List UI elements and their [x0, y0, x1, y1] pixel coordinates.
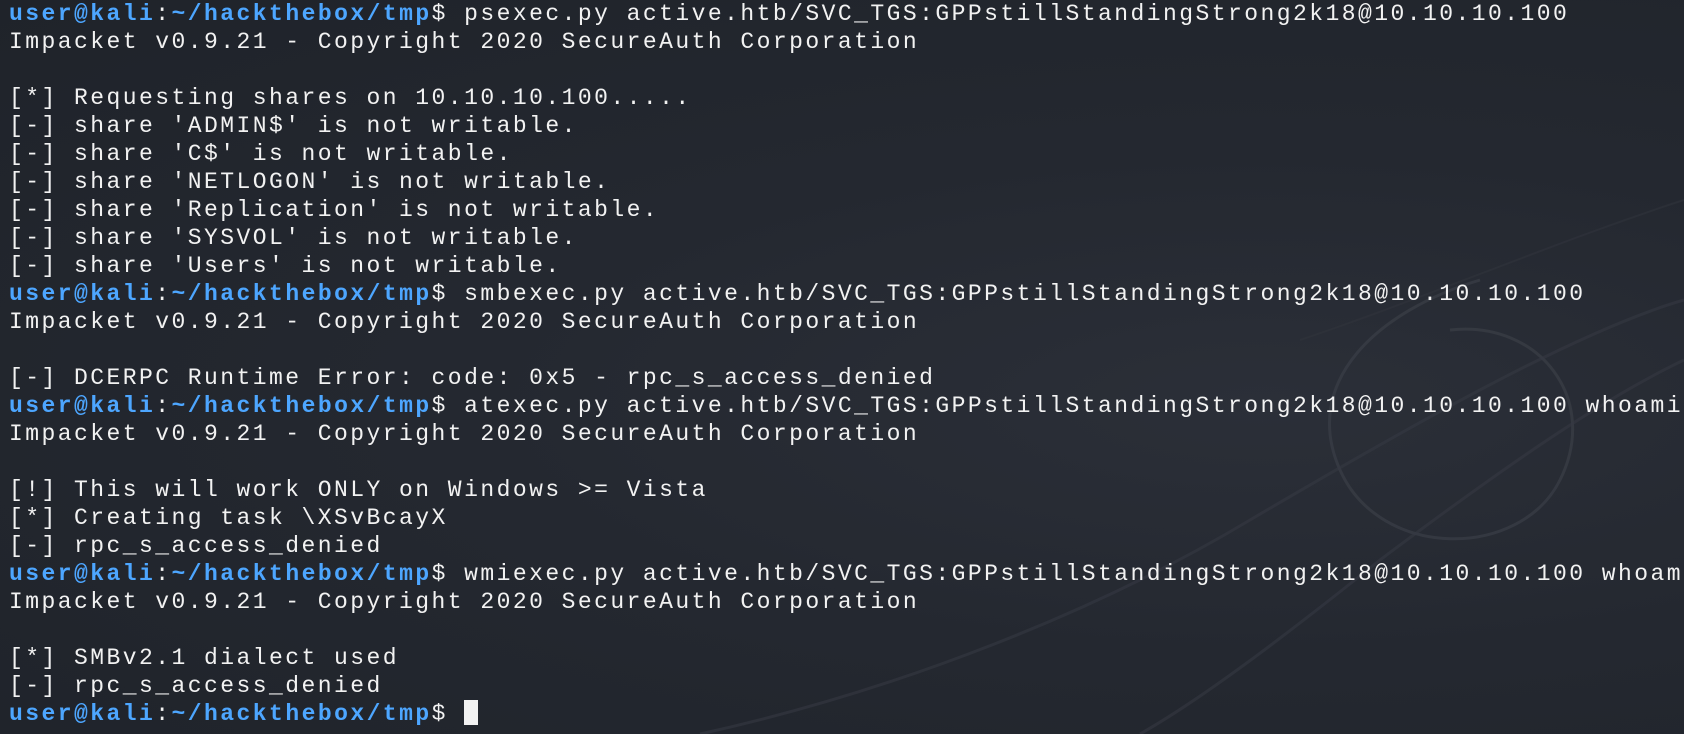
prompt-user: user@kali [9, 393, 156, 419]
prompt-symbol: $ [431, 701, 465, 727]
prompt-path: ~/hackthebox/tmp [171, 281, 432, 307]
terminal-output: user@kali:~/hackthebox/tmp$ psexec.py ac… [9, 0, 1684, 728]
output-line: [-] rpc_s_access_denied [9, 533, 383, 559]
prompt-user: user@kali [9, 701, 156, 727]
output-line: [-] rpc_s_access_denied [9, 673, 383, 699]
prompt-path: ~/hackthebox/tmp [171, 561, 432, 587]
command-text: psexec.py active.htb/SVC_TGS:GPPstillSta… [464, 1, 1570, 27]
output-line: [-] share 'Users' is not writable. [9, 253, 562, 279]
output-line: [!] This will work ONLY on Windows >= Vi… [9, 477, 708, 503]
terminal-window[interactable]: user@kali:~/hackthebox/tmp$ psexec.py ac… [0, 0, 1684, 734]
command-text: atexec.py active.htb/SVC_TGS:GPPstillSta… [464, 393, 1684, 419]
output-line: [-] share 'NETLOGON' is not writable. [9, 169, 611, 195]
prompt-separator: : [155, 701, 172, 727]
prompt-user: user@kali [9, 561, 156, 587]
output-line: [-] share 'ADMIN$' is not writable. [9, 113, 578, 139]
output-line: Impacket v0.9.21 - Copyright 2020 Secure… [9, 589, 920, 615]
prompt-symbol: $ [431, 1, 465, 27]
prompt-separator: : [155, 1, 172, 27]
output-line: [*] Creating task \XSvBcayX [9, 505, 448, 531]
prompt-symbol: $ [431, 561, 465, 587]
prompt-separator: : [155, 393, 172, 419]
prompt-line: user@kali:~/hackthebox/tmp$ [9, 700, 1684, 728]
output-line: [*] Requesting shares on 10.10.10.100...… [9, 85, 692, 111]
output-line: [-] DCERPC Runtime Error: code: 0x5 - rp… [9, 365, 936, 391]
command-text: smbexec.py active.htb/SVC_TGS:GPPstillSt… [464, 281, 1586, 307]
prompt-user: user@kali [9, 1, 156, 27]
output-line: Impacket v0.9.21 - Copyright 2020 Secure… [9, 309, 920, 335]
output-line: [-] share 'SYSVOL' is not writable. [9, 225, 578, 251]
output-line: [-] share 'C$' is not writable. [9, 141, 513, 167]
output-line: [*] SMBv2.1 dialect used [9, 645, 400, 671]
prompt-line: user@kali:~/hackthebox/tmp$ atexec.py ac… [9, 392, 1684, 420]
prompt-path: ~/hackthebox/tmp [171, 1, 432, 27]
prompt-user: user@kali [9, 281, 156, 307]
output-line: [-] share 'Replication' is not writable. [9, 197, 660, 223]
prompt-path: ~/hackthebox/tmp [171, 701, 432, 727]
prompt-line: user@kali:~/hackthebox/tmp$ psexec.py ac… [9, 0, 1684, 28]
prompt-separator: : [155, 281, 172, 307]
command-text: wmiexec.py active.htb/SVC_TGS:GPPstillSt… [464, 561, 1684, 587]
prompt-path: ~/hackthebox/tmp [171, 393, 432, 419]
prompt-line: user@kali:~/hackthebox/tmp$ smbexec.py a… [9, 280, 1684, 308]
prompt-symbol: $ [431, 281, 465, 307]
prompt-line: user@kali:~/hackthebox/tmp$ wmiexec.py a… [9, 560, 1684, 588]
prompt-separator: : [155, 561, 172, 587]
text-cursor[interactable] [464, 700, 479, 725]
output-line: Impacket v0.9.21 - Copyright 2020 Secure… [9, 421, 920, 447]
prompt-symbol: $ [431, 393, 465, 419]
output-line: Impacket v0.9.21 - Copyright 2020 Secure… [9, 29, 920, 55]
